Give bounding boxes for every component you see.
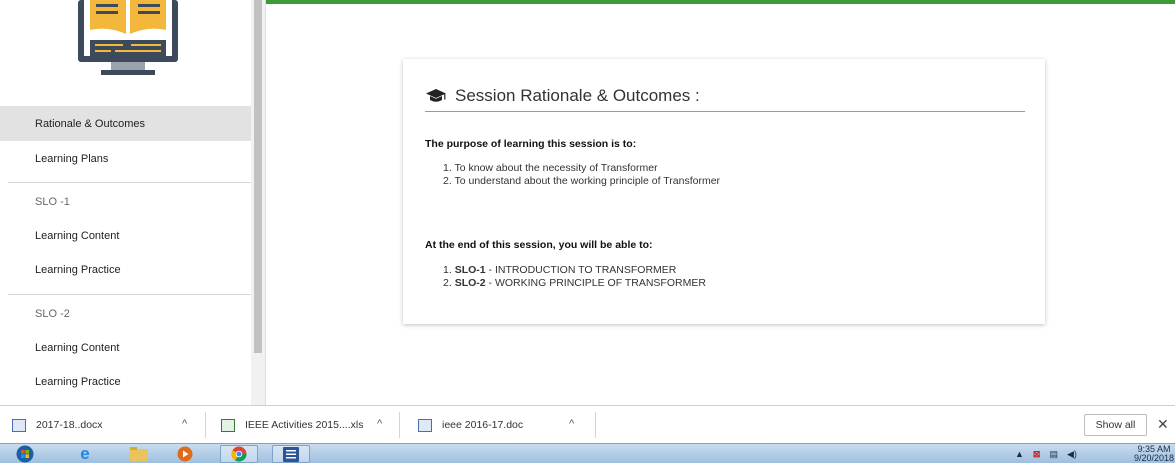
clock-date: 9/20/2018	[1134, 453, 1175, 463]
card-title-text: Session Rationale & Outcomes :	[455, 86, 700, 105]
word-doc-icon	[12, 418, 26, 432]
outcome-text: - WORKING PRINCIPLE OF TRANSFORMER	[485, 277, 706, 289]
word-icon	[283, 446, 299, 462]
download-filename: 2017-18..docx	[36, 419, 103, 431]
download-separator	[205, 412, 206, 438]
download-filename: ieee 2016-17.doc	[442, 419, 524, 431]
windows-taskbar: e ▲ ⊠ ▤ ◀) 9:35 AM 9/20/2018	[0, 443, 1175, 463]
sidebar-section-slo-1[interactable]: SLO -1	[0, 184, 251, 219]
clock[interactable]: 9:35 AM 9/20/2018	[1134, 445, 1174, 463]
chevron-up-icon[interactable]: ^	[569, 418, 574, 430]
card-title: Session Rationale & Outcomes :	[425, 86, 700, 106]
rationale-card: Session Rationale & Outcomes : The purpo…	[403, 59, 1045, 324]
chrome-icon	[231, 446, 247, 462]
sidebar-item-learning-content[interactable]: Learning Content	[0, 218, 251, 253]
book-monitor-logo-icon	[78, 0, 178, 75]
sidebar-item-learning-plans[interactable]: Learning Plans	[0, 141, 251, 176]
graduation-cap-icon	[426, 89, 446, 102]
chevron-up-icon[interactable]: ^	[377, 418, 382, 430]
media-player-icon	[177, 446, 193, 462]
close-icon[interactable]: ✕	[1157, 416, 1169, 433]
sidebar-scrollbar-thumb[interactable]	[254, 0, 262, 353]
download-separator	[595, 412, 596, 438]
content-border	[265, 0, 266, 405]
media-player-button[interactable]	[166, 445, 204, 463]
excel-file-icon	[221, 418, 235, 432]
download-filename: IEEE Activities 2015....xls	[245, 419, 364, 431]
windows-start-icon	[16, 445, 34, 463]
sidebar-item-learning-content[interactable]: Learning Content	[0, 330, 251, 365]
network-icon[interactable]: ▤	[1049, 449, 1058, 460]
start-button[interactable]	[6, 445, 44, 463]
outcome-code: SLO-2	[454, 277, 486, 289]
chrome-button[interactable]	[220, 445, 258, 463]
download-item[interactable]: ieee 2016-17.doc	[418, 406, 523, 444]
sidebar-item-learning-practice[interactable]: Learning Practice	[0, 252, 251, 287]
outcome-item: 2. SLO-2 - WORKING PRINCIPLE OF TRANSFOR…	[443, 277, 706, 289]
download-separator	[399, 412, 400, 438]
top-accent-bar	[266, 0, 1175, 4]
file-explorer-button[interactable]	[120, 445, 158, 463]
sidebar-divider	[8, 294, 251, 295]
chevron-up-icon[interactable]: ^	[182, 418, 187, 430]
folder-icon	[130, 447, 148, 461]
download-item[interactable]: 2017-18..docx	[12, 406, 103, 444]
system-tray: ▲ ⊠ ▤ ◀)	[1015, 444, 1077, 464]
internet-explorer-icon: e	[80, 444, 90, 463]
purpose-heading: The purpose of learning this session is …	[425, 138, 637, 150]
sidebar-section-slo-2[interactable]: SLO -2	[0, 296, 251, 331]
outcome-code: SLO-1	[454, 264, 486, 276]
purpose-item: 1. To know about the necessity of Transf…	[443, 162, 658, 174]
sidebar-item-rationale-outcomes[interactable]: Rationale & Outcomes	[0, 106, 251, 141]
downloads-bar: 2017-18..docx ^ IEEE Activities 2015....…	[0, 405, 1175, 443]
outcome-text: - INTRODUCTION TO TRANSFORMER	[485, 264, 677, 276]
internet-explorer-button[interactable]: e	[66, 445, 104, 463]
volume-icon[interactable]: ◀)	[1067, 449, 1077, 460]
sidebar: Rationale & Outcomes Learning Plans SLO …	[0, 0, 251, 405]
network-error-icon[interactable]: ⊠	[1033, 449, 1041, 460]
outcome-item: 1. SLO-1 - INTRODUCTION TO TRANSFORMER	[443, 264, 706, 276]
outcomes-heading: At the end of this session, you will be …	[425, 239, 653, 251]
sidebar-item-learning-practice[interactable]: Learning Practice	[0, 364, 251, 399]
outcome-number: 1.	[443, 264, 452, 276]
download-item[interactable]: IEEE Activities 2015....xls	[221, 406, 363, 444]
purpose-item: 2. To understand about the working princ…	[443, 175, 721, 187]
title-divider	[425, 111, 1025, 112]
outcomes-list: 1. SLO-1 - INTRODUCTION TO TRANSFORMER 2…	[443, 264, 706, 290]
purpose-list: 1. To know about the necessity of Transf…	[443, 162, 720, 188]
word-button[interactable]	[272, 445, 310, 463]
sidebar-divider	[8, 182, 251, 183]
word-doc-icon	[418, 418, 432, 432]
show-all-button[interactable]: Show all	[1084, 414, 1147, 436]
tray-expand-icon[interactable]: ▲	[1015, 449, 1024, 459]
outcome-number: 2.	[443, 277, 452, 289]
